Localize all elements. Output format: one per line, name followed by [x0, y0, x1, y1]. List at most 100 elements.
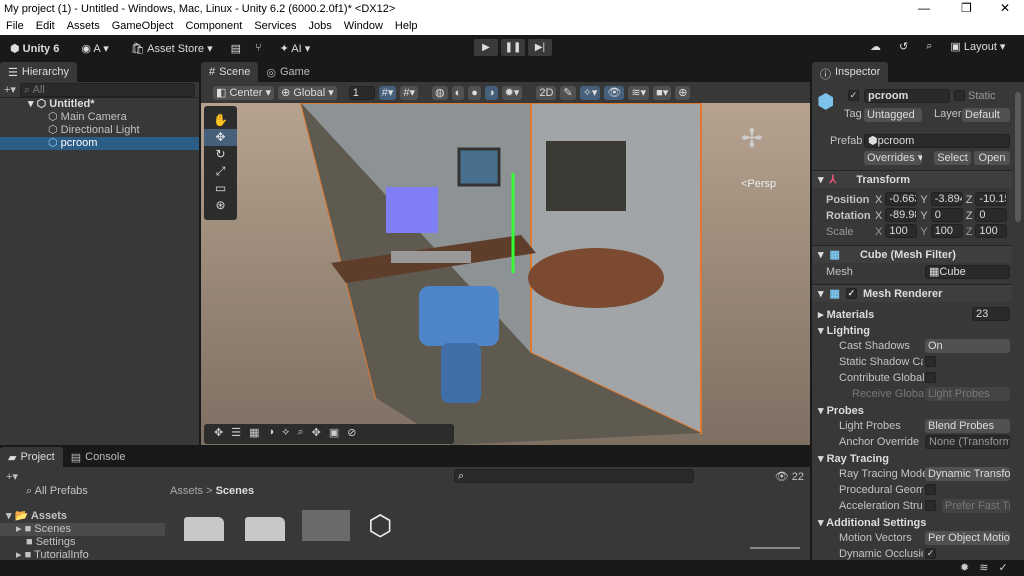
assets-folder[interactable]: ▾ 📂 Assets [0, 510, 165, 523]
folder-settings[interactable]: ■ Settings [0, 536, 165, 549]
overrides-dropdown[interactable]: Overrides ▾ [864, 151, 922, 165]
cloud-icon[interactable]: ☁ [870, 40, 881, 53]
open-button[interactable]: Open [974, 151, 1010, 165]
rotation-x[interactable]: -89.98 [885, 208, 918, 222]
menu-services[interactable]: Services [254, 20, 296, 35]
history-icon[interactable]: ↺ [899, 40, 908, 53]
space-dropdown[interactable]: ⊕ Global ▾ [278, 85, 337, 100]
scale-z[interactable]: 100 [975, 224, 1008, 238]
check-icon[interactable]: ✓ [998, 561, 1007, 574]
package-icon[interactable]: ▤ [231, 42, 241, 55]
accel-checkbox[interactable] [925, 500, 936, 511]
unity-logo-asset-icon[interactable]: ⬡ [368, 509, 392, 542]
tab-hierarchy[interactable]: ☰ Hierarchy [0, 62, 77, 82]
rotation-z[interactable]: 0 [975, 208, 1008, 222]
motion-vectors-dropdown[interactable]: Per Object Motion [925, 531, 1010, 545]
overlay-tool-icon[interactable]: ⟡ [282, 426, 289, 442]
2d-toggle[interactable]: 2D [536, 85, 557, 100]
zoom-slider[interactable] [750, 547, 800, 549]
lighting-toggle[interactable]: ✎ [560, 85, 576, 100]
asset-store-button[interactable]: 🛍 Asset Store ▾ [127, 40, 217, 57]
tag-dropdown[interactable]: Untagged [864, 108, 922, 122]
scene-viewport[interactable]: <Persp ✢ [201, 103, 810, 445]
additional-settings-foldout[interactable]: ▾ Additional Settings [818, 516, 926, 529]
play-button[interactable]: ▶ [474, 39, 498, 56]
version-control-icon[interactable]: ⑂ [255, 42, 262, 54]
anchor-override-field[interactable]: None (Transform) [925, 435, 1010, 449]
unlit-button[interactable]: ◑ [484, 85, 498, 100]
rect-tool[interactable]: ▭ [204, 180, 237, 197]
pause-button[interactable]: ❚❚ [501, 39, 525, 56]
effects-button[interactable]: ✧▾ [579, 85, 601, 100]
scale-tool[interactable]: ⤢ [204, 163, 237, 180]
cache-icon[interactable]: ≋ [979, 561, 988, 574]
create-button[interactable]: +▾ [6, 470, 18, 483]
materials-size[interactable]: 23 [972, 307, 1010, 321]
menu-jobs[interactable]: Jobs [309, 20, 332, 35]
search-icon[interactable]: ⌕ [926, 40, 932, 53]
user-button[interactable]: ◉ A ▾ [77, 40, 112, 57]
overlay-tool-icon[interactable]: ▦ [249, 426, 259, 442]
persp-label[interactable]: <Persp [741, 178, 776, 190]
contribute-gi-checkbox[interactable] [925, 372, 936, 383]
menu-component[interactable]: Component [185, 20, 242, 35]
overlay-tool-icon[interactable]: ⊘ [347, 426, 356, 442]
minimize-button[interactable]: — [918, 1, 930, 15]
inspector-scrollbar[interactable] [1015, 92, 1021, 222]
layout-dropdown[interactable]: ▣ Layout ▾ [950, 40, 1005, 53]
overlay-tool-icon[interactable]: ▣ [329, 426, 339, 442]
rt-mode-dropdown[interactable]: Dynamic Transform [925, 467, 1010, 481]
rotation-y[interactable]: 0 [930, 208, 963, 222]
tab-scene[interactable]: # Scene [201, 62, 259, 82]
hidden-packages-count[interactable]: 👁 22 [775, 470, 804, 483]
active-checkbox[interactable]: ✓ [848, 90, 859, 101]
asset-folder-icon[interactable] [245, 517, 285, 541]
overlay-tool-icon[interactable]: ✥ [312, 426, 321, 442]
ray-tracing-foldout[interactable]: ▾ Ray Tracing [818, 452, 889, 465]
hierarchy-item[interactable]: ⬡ Main Camera [0, 111, 199, 124]
materials-foldout[interactable]: ▸ Materials [818, 308, 874, 321]
mesh-field[interactable]: ▦Cube [925, 265, 1010, 279]
wireframe-button[interactable]: ◍ [432, 85, 448, 100]
breadcrumb-scenes[interactable]: Scenes [216, 485, 255, 497]
folder-scenes[interactable]: ▸ ■ Scenes [0, 523, 165, 536]
project-search[interactable]: ⌕ [453, 469, 694, 483]
position-z[interactable]: -10.15 [975, 192, 1008, 206]
shaded-wireframe-button[interactable]: ◐ [451, 85, 465, 100]
tab-inspector[interactable]: ⓘ Inspector [812, 62, 889, 82]
prefab-asset-icon[interactable] [302, 510, 350, 541]
folder-tutorialinfo[interactable]: ▸ ■ TutorialInfo [0, 549, 165, 562]
layers-button[interactable]: ≋▾ [628, 85, 650, 100]
static-shadow-checkbox[interactable] [925, 356, 936, 367]
menu-edit[interactable]: Edit [36, 20, 55, 35]
hierarchy-item[interactable]: ⬡ Directional Light [0, 124, 199, 137]
overlay-tool-icon[interactable]: ◑ [268, 426, 275, 442]
breadcrumb-assets[interactable]: Assets [170, 485, 203, 497]
tab-console[interactable]: ▤ Console [63, 447, 134, 467]
overlay-tool-icon[interactable]: ☰ [231, 426, 241, 442]
shaded-button[interactable]: ● [468, 85, 481, 100]
debug-draw-button[interactable]: ✹▾ [501, 85, 523, 100]
position-x[interactable]: -0.663 [885, 192, 918, 206]
ai-button[interactable]: ✦ AI ▾ [276, 40, 315, 57]
select-button[interactable]: Select [934, 151, 971, 165]
static-checkbox[interactable] [954, 90, 965, 101]
grid-size-input[interactable]: 1 [348, 85, 375, 100]
transform-tool[interactable]: ⊛ [204, 197, 237, 214]
scene-root[interactable]: ▾ ⬡ Untitled* [0, 98, 199, 111]
cast-shadows-dropdown[interactable]: On [925, 339, 1010, 353]
overlay-tool-icon[interactable]: ⌕ [297, 426, 303, 442]
name-input[interactable]: pcroom [864, 89, 950, 103]
tab-project[interactable]: ▰ Project [0, 447, 63, 467]
position-y[interactable]: -3.894 [930, 192, 963, 206]
light-probes-dropdown[interactable]: Blend Probes [925, 419, 1010, 433]
menu-help[interactable]: Help [395, 20, 418, 35]
probes-foldout[interactable]: ▾ Probes [818, 404, 864, 417]
procedural-checkbox[interactable] [925, 484, 936, 495]
step-button[interactable]: ▶| [528, 39, 552, 56]
hand-tool[interactable]: ✋ [204, 112, 237, 129]
mesh-filter-header[interactable]: ▾ ▦ Cube (Mesh Filter) [812, 245, 1012, 263]
tab-game[interactable]: ◎ Game [258, 62, 318, 82]
gizmos-button[interactable]: ⊕ [675, 85, 691, 100]
hierarchy-item-selected[interactable]: ⬡ pcroom [0, 137, 199, 150]
